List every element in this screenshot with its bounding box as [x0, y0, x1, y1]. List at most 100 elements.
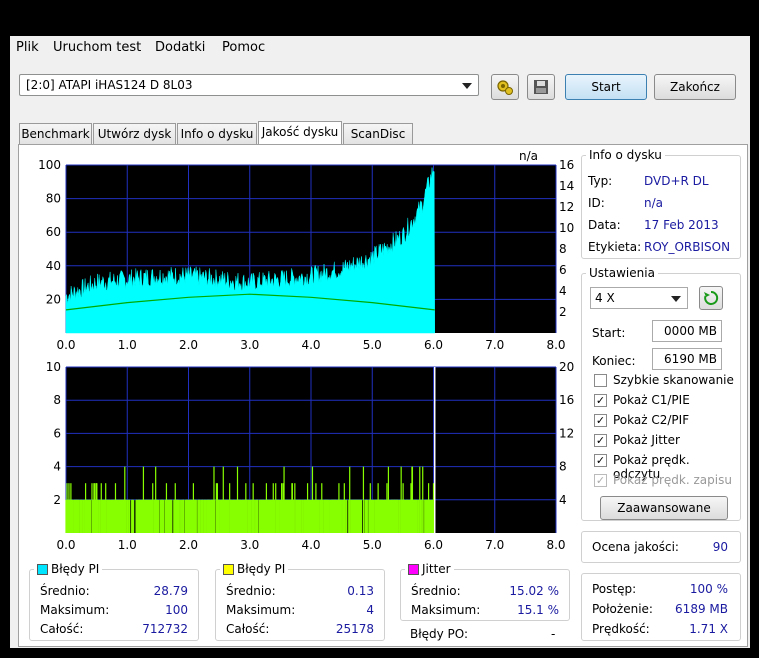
checkbox-1[interactable]: ✓: [594, 394, 607, 407]
pi-max-value: 100: [165, 603, 188, 617]
pi-chart-y2-tick: 16: [559, 158, 574, 172]
pi-chart-y-tick: 20: [46, 292, 61, 306]
jitter-stats-group: Jitter Średnio: 15.02 % Maksimum: 15.1 %: [400, 562, 570, 621]
refresh-button[interactable]: [699, 286, 723, 310]
checkbox-5: ✓: [594, 474, 607, 487]
progress-value: 100 %: [689, 582, 728, 596]
pif-chart-x-tick: 4.0: [301, 538, 320, 552]
pi-max-label: Maksimum:: [40, 603, 110, 617]
tab-scandisc[interactable]: ScanDisc: [343, 123, 413, 145]
pif-avg-label: Średnio:: [226, 584, 276, 598]
end-input[interactable]: 6190 MB: [652, 348, 722, 370]
pif-jitter-chart: 0.0 1.0 2.0 3.0 4.0 5.0 6.0 7.0 8.0 10 8 6 4 2 20 16 12 8…: [46, 360, 575, 552]
device-select[interactable]: [2:0] ATAPI iHAS124 D 8L03: [19, 74, 479, 96]
quality-group: Ocena jakości: 90: [581, 531, 741, 563]
pi-chart-y-tick: 40: [46, 259, 61, 273]
pi-chart-y2-tick: 6: [559, 263, 567, 277]
speed-select[interactable]: 4 X: [590, 287, 688, 309]
menu-bar: Plik Uruchom test Dodatki Pomoc: [10, 36, 750, 60]
date-value: 17 Feb 2013: [644, 218, 719, 232]
pi-chart-x-tick: 6.0: [424, 338, 443, 352]
settings-group: Ustawienia 4 X Start: 0000 MB Koniec: 61…: [581, 266, 741, 521]
position-value: 6189 MB: [675, 602, 728, 616]
tab-disc-quality[interactable]: Jakość dysku: [258, 121, 342, 145]
disc-quality-panel: 0.0 1.0 2.0 3.0 4.0 5.0 6.0 7.0 8.0 100 80 60 40 20 16…: [18, 144, 748, 647]
config-button[interactable]: [491, 74, 519, 100]
gear-icon: [497, 80, 513, 95]
pi-chart-x-tick: 4.0: [301, 338, 320, 352]
pi-chart-y2-tick: 12: [559, 200, 574, 214]
pif-chart-y-tick: 10: [46, 360, 61, 374]
exit-button[interactable]: Zakończ: [654, 74, 736, 100]
checkbox-0[interactable]: [594, 374, 607, 387]
speed-label: Prędkość:: [592, 622, 650, 636]
jitter-avg-label: Średnio:: [411, 584, 461, 598]
checkbox-label-0: Szybkie skanowanie: [613, 373, 734, 387]
pi-chart-y2-tick: 2: [559, 305, 567, 319]
pi-chart-y-tick: 60: [46, 225, 61, 239]
checkbox-3[interactable]: ✓: [594, 434, 607, 447]
tab-benchmark[interactable]: Benchmark: [19, 123, 92, 145]
save-button[interactable]: [527, 74, 555, 100]
progress-group: Postęp: 100 % Położenie: 6189 MB Prędkoś…: [581, 573, 741, 641]
pif-chart-y-tick: 8: [53, 393, 61, 407]
tab-disc-info[interactable]: Info o dysku: [177, 123, 257, 145]
refresh-icon: [704, 290, 719, 305]
advanced-button[interactable]: Zaawansowane: [600, 496, 728, 520]
tab-create-disc[interactable]: Utwórz dysk: [93, 123, 176, 145]
menu-help[interactable]: Pomoc: [222, 40, 265, 55]
jitter-stats-title: Jitter: [405, 562, 454, 576]
speed-select-value: 4 X: [595, 291, 615, 305]
menu-run-test[interactable]: Uruchom test: [53, 40, 141, 55]
quality-value: 90: [712, 540, 728, 554]
pif-chart-y2-tick: 8: [559, 460, 567, 474]
menu-extras[interactable]: Dodatki: [155, 40, 205, 55]
start-input[interactable]: 0000 MB: [652, 320, 722, 342]
pif-chart-y-tick: 6: [53, 426, 61, 440]
disc-info-title: Info o dysku: [586, 148, 665, 162]
id-label: ID:: [588, 196, 605, 210]
disc-label-value: ROY_ORBISON: [644, 240, 731, 254]
pi-stats-title: Błędy PI: [34, 562, 103, 576]
pif-swatch: [223, 564, 234, 575]
pi-total-value: 712732: [142, 622, 188, 636]
menu-file[interactable]: Plik: [16, 40, 39, 55]
pi-stats-group: Błędy PI Średnio: 28.79 Maksimum: 100 Ca…: [29, 562, 199, 641]
pif-total-label: Całość:: [226, 622, 270, 636]
checkbox-2[interactable]: ✓: [594, 414, 607, 427]
pif-chart-x-tick: 3.0: [240, 538, 259, 552]
position-label: Położenie:: [592, 602, 653, 616]
chevron-down-icon: [671, 296, 681, 302]
pi-chart-x-tick: 2.0: [179, 338, 198, 352]
pif-max-label: Maksimum:: [226, 603, 296, 617]
app-window: Plik Uruchom test Dodatki Pomoc [2:0] AT…: [10, 36, 750, 648]
checkbox-label-5: Pokaż prędk. zapisu: [613, 473, 732, 487]
pi-chart-x-tick: 0.0: [56, 338, 75, 352]
checkbox-4[interactable]: ✓: [594, 454, 607, 467]
id-value: n/a: [644, 196, 664, 210]
type-label: Typ:: [588, 174, 613, 188]
pi-chart-x-tick: 7.0: [485, 338, 504, 352]
pif-chart-x-tick: 8.0: [546, 538, 565, 552]
pi-chart-y2-tick: 8: [559, 242, 567, 256]
pi-swatch: [37, 564, 48, 575]
pif-chart-y-tick: 2: [53, 493, 61, 507]
pi-chart-title: n/a: [519, 149, 538, 163]
checkbox-label-1: Pokaż C1/PIE: [613, 393, 690, 407]
po-label: Błędy PO:: [410, 627, 469, 641]
pi-chart-y-tick: 100: [38, 158, 61, 172]
pif-chart-y2-tick: 4: [559, 493, 567, 507]
jitter-max-value: 15.1 %: [517, 603, 559, 617]
po-value: -: [551, 627, 556, 641]
pi-chart-x-tick: 3.0: [240, 338, 259, 352]
jitter-swatch: [408, 564, 419, 575]
pi-stats-title-text: Błędy PI: [51, 562, 100, 576]
start-button[interactable]: Start: [565, 74, 647, 100]
end-label: Koniec:: [592, 354, 636, 368]
date-label: Data:: [588, 218, 621, 232]
pif-stats-title: Błędy PI: [220, 562, 289, 576]
pif-chart-x-tick: 7.0: [485, 538, 504, 552]
pif-chart-x-tick: 1.0: [118, 538, 137, 552]
checkbox-label-2: Pokaż C2/PIF: [613, 413, 690, 427]
pi-chart-y-tick: 80: [46, 192, 61, 206]
